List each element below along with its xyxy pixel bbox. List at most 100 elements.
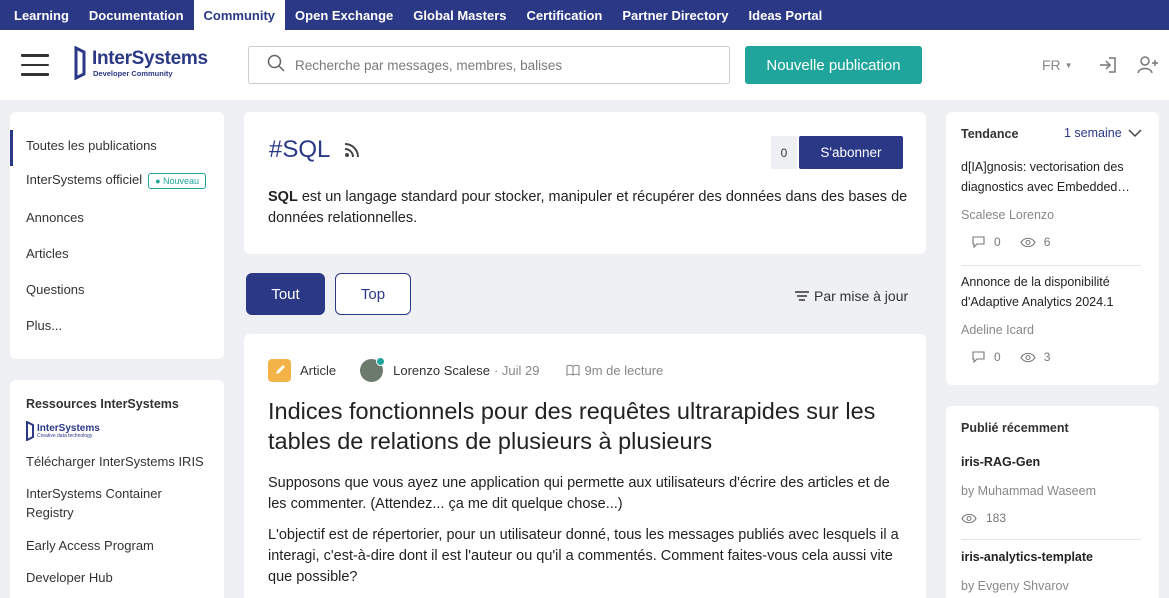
subscribe-button[interactable]: S'abonner xyxy=(799,136,903,169)
author-name[interactable]: Lorenzo Scalese xyxy=(393,363,490,378)
topnav-learning[interactable]: Learning xyxy=(4,0,79,30)
nav-intersystems-official[interactable]: InterSystems officiel ● Nouveau xyxy=(26,172,207,189)
sort-label: Par mise à jour xyxy=(814,288,909,304)
site-logo[interactable]: InterSystems Developer Community xyxy=(74,45,208,81)
article-type-icon xyxy=(268,358,291,382)
divider xyxy=(961,539,1141,540)
view-count: 3 xyxy=(1043,350,1051,364)
top-navigation: Learning Documentation Community Open Ex… xyxy=(0,0,1169,30)
search-icon xyxy=(267,54,285,77)
comment-icon xyxy=(972,236,985,248)
intersystems-small-logo-icon xyxy=(26,421,34,441)
recent-item-1-stats: 183 xyxy=(961,511,1006,525)
recent-card: Publié récemment iris-RAG-Gen by Muhamma… xyxy=(946,406,1159,598)
nav-questions[interactable]: Questions xyxy=(26,282,85,297)
topnav-global-masters[interactable]: Global Masters xyxy=(403,0,516,30)
trending-item-1-title[interactable]: d[IA]gnosis: vectorisation des diagnosti… xyxy=(961,157,1141,197)
logo-name: InterSystems xyxy=(92,47,208,69)
resource-early-access[interactable]: Early Access Program xyxy=(26,536,206,555)
view-count: 183 xyxy=(986,511,1007,525)
hamburger-menu-icon[interactable] xyxy=(21,54,49,76)
article-date: · Juil 29 xyxy=(493,362,540,378)
search-box[interactable] xyxy=(248,46,730,84)
nav-more[interactable]: Plus... xyxy=(26,318,62,333)
tag-title: #SQL xyxy=(269,136,360,164)
register-user-icon[interactable] xyxy=(1137,55,1159,80)
trending-item-1-author[interactable]: Scalese Lorenzo xyxy=(961,208,1054,222)
trending-card: Tendance 1 semaine d[IA]gnosis: vectoris… xyxy=(946,112,1159,385)
tag-description: SQL est un langage standard pour stocker… xyxy=(268,187,918,229)
trending-item-2-title[interactable]: Annonce de la disponibilité d'Adaptive A… xyxy=(961,272,1141,312)
view-count: 6 xyxy=(1043,235,1051,249)
language-selector[interactable]: FR ▼ xyxy=(1042,57,1073,73)
sort-icon xyxy=(795,291,809,301)
nav-articles[interactable]: Articles xyxy=(26,246,69,261)
filter-all-button[interactable]: Tout xyxy=(246,273,325,315)
sort-selector[interactable]: Par mise à jour xyxy=(795,288,908,304)
article-title[interactable]: Indices fonctionnels pour des requêtes u… xyxy=(268,396,908,456)
nav-all-posts[interactable]: Toutes les publications xyxy=(26,138,157,153)
recent-item-1-title[interactable]: iris-RAG-Gen xyxy=(961,452,1141,472)
subscriber-count: 0 xyxy=(771,136,797,169)
new-badge: ● Nouveau xyxy=(148,172,207,189)
recent-item-1-author[interactable]: by Muhammad Waseem xyxy=(961,484,1096,498)
author-avatar[interactable] xyxy=(360,356,386,382)
resources-logo-sub: Creative data technology xyxy=(37,432,93,439)
period-selector[interactable]: 1 semaine xyxy=(1064,126,1142,140)
trending-title: Tendance xyxy=(961,127,1019,141)
article-paragraph-1: Supposons que vous ayez une application … xyxy=(268,475,890,512)
site-header: InterSystems Developer Community Nouvell… xyxy=(0,30,1169,100)
topnav-ideas-portal[interactable]: Ideas Portal xyxy=(739,0,833,30)
tag-header-card: #SQL 0 S'abonner SQL est un langage stan… xyxy=(244,112,926,254)
article-type-label: Article xyxy=(300,362,337,378)
intersystems-logo-icon xyxy=(74,45,86,81)
login-icon[interactable] xyxy=(1098,55,1118,80)
topnav-partner-directory[interactable]: Partner Directory xyxy=(612,0,738,30)
divider xyxy=(961,265,1141,266)
resources-card: Ressources InterSystems InterSystems Cre… xyxy=(10,380,224,598)
left-nav-card: Toutes les publications InterSystems off… xyxy=(10,112,224,359)
resource-developer-hub[interactable]: Developer Hub xyxy=(26,568,206,587)
rss-icon[interactable] xyxy=(344,142,360,158)
comment-count: 0 xyxy=(994,235,1001,249)
eye-icon xyxy=(1020,352,1036,363)
active-indicator xyxy=(10,130,13,166)
topnav-certification[interactable]: Certification xyxy=(516,0,612,30)
recent-item-2-title[interactable]: iris-analytics-template xyxy=(961,547,1141,567)
topnav-documentation[interactable]: Documentation xyxy=(79,0,194,30)
trending-item-2-stats: 0 3 xyxy=(972,350,1050,364)
trending-item-1-stats: 0 6 xyxy=(972,235,1050,249)
topnav-community[interactable]: Community xyxy=(193,0,286,30)
filter-top-button[interactable]: Top xyxy=(335,273,411,315)
book-icon xyxy=(565,364,580,376)
resources-logo[interactable]: InterSystems Creative data technology xyxy=(26,421,100,441)
read-time: 9m de lecture xyxy=(584,362,664,378)
recent-item-2-author[interactable]: by Evgeny Shvarov xyxy=(961,579,1069,593)
article-meta: Article Lorenzo Scalese · Juil 29 9m de … xyxy=(268,356,664,382)
new-post-button[interactable]: Nouvelle publication xyxy=(745,46,922,84)
comment-icon xyxy=(972,351,985,363)
recent-title: Publié récemment xyxy=(961,421,1069,435)
tag-description-bold: SQL xyxy=(268,189,298,205)
topnav-open-exchange[interactable]: Open Exchange xyxy=(285,0,403,30)
resources-title: Ressources InterSystems xyxy=(26,397,179,411)
trending-item-2-author[interactable]: Adeline Icard xyxy=(961,323,1034,337)
nav-announcements[interactable]: Annonces xyxy=(26,210,84,225)
resource-container-registry[interactable]: InterSystems Container Registry xyxy=(26,484,206,522)
search-input[interactable] xyxy=(295,57,695,73)
verified-icon xyxy=(376,356,386,366)
resources-logo-name: InterSystems xyxy=(37,422,100,434)
tag-name: #SQL xyxy=(269,136,331,163)
article-card: Article Lorenzo Scalese · Juil 29 9m de … xyxy=(244,334,926,598)
tag-description-text: est un langage standard pour stocker, ma… xyxy=(268,189,908,226)
eye-icon xyxy=(961,513,977,524)
chevron-down-icon xyxy=(1128,128,1142,138)
comment-count: 0 xyxy=(994,350,1001,364)
caret-down-icon: ▼ xyxy=(1064,60,1073,70)
new-badge-label: Nouveau xyxy=(163,175,200,186)
language-label: FR xyxy=(1042,57,1061,73)
resource-download-iris[interactable]: Télécharger InterSystems IRIS xyxy=(26,452,206,471)
article-paragraph-2: L'objectif est de répertorier, pour un u… xyxy=(268,527,899,585)
eye-icon xyxy=(1020,237,1036,248)
period-label: 1 semaine xyxy=(1064,126,1122,140)
